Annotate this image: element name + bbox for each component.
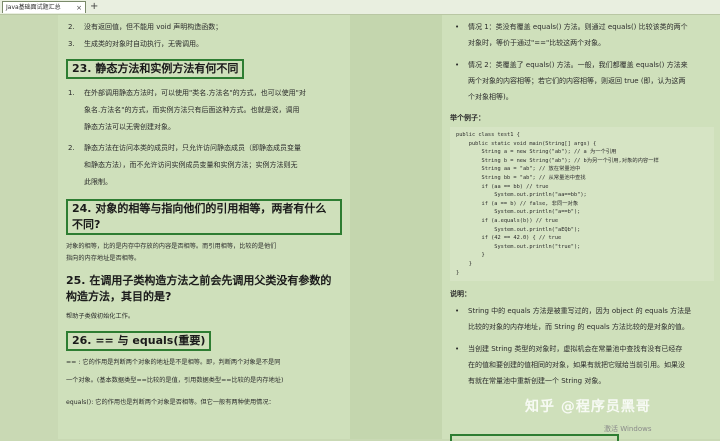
- code-line: System.out.println("true");: [456, 243, 581, 250]
- heading-box-partial: [450, 434, 619, 441]
- code-line: public static void main(String[] args) {: [456, 140, 597, 147]
- code-line: String a = new String("ab"); // a 为一个引用: [456, 149, 617, 156]
- note-label: 说明：: [450, 290, 471, 299]
- add-tab-icon[interactable]: +: [90, 0, 98, 13]
- code-line: if (a.equals(b)) // true: [456, 217, 559, 224]
- list-item: • 当创建 String 类型的对象时，虚拟机会在常量池中查找有没有已经存 在的…: [455, 345, 685, 386]
- tab-bar: Java基础面试题汇总 × +: [0, 0, 720, 15]
- heading-25: 25. 在调用子类构造方法之前会先调用父类没有参数的构造方法，其目的是?: [66, 274, 332, 303]
- right-page: • 情况 1：类没有覆盖 equals() 方法。则通过 equals() 比较…: [442, 15, 720, 439]
- tab-document[interactable]: Java基础面试题汇总 ×: [2, 1, 86, 13]
- list-item: • 情况 1：类没有覆盖 equals() 方法。则通过 equals() 比较…: [455, 23, 688, 47]
- code-line: String b = new String("ab"); // b为另一个引用,…: [456, 157, 659, 164]
- list-item: 3. 生成类的对象时自动执行，无需调用。: [68, 40, 203, 48]
- list-item: 2. 没有返回值，但不能用 void 声明构造函数；: [68, 23, 223, 31]
- watermark: 知乎 @程序员黑哥: [525, 399, 651, 415]
- code-line: System.out.println("aEQb");: [456, 226, 581, 233]
- code-line: String aa = "ab"; // 放在常量池中: [456, 166, 581, 173]
- code-block: public class test1 { public static void …: [450, 127, 714, 282]
- paragraph: 帮助子类做初始化工作。: [66, 313, 135, 320]
- close-icon[interactable]: ×: [76, 2, 82, 14]
- windows-activation-text: 激活 Windows: [604, 425, 652, 433]
- list-item: 1. 在外部调用静态方法时，可以使用"类名.方法名"的方式，也可以使用"对 象名…: [68, 89, 306, 131]
- heading-23: 23. 静态方法和实例方法有何不同: [66, 59, 342, 79]
- code-line: }: [456, 252, 485, 259]
- heading-24: 24. 对象的相等与指向他们的引用相等，两者有什么不同?: [66, 199, 342, 235]
- left-page: 2. 没有返回值，但不能用 void 声明构造函数； 3. 生成类的对象时自动执行，…: [58, 15, 350, 439]
- heading-26: 26. == 与 equals(重要): [66, 331, 342, 351]
- paragraph: == : 它的作用是判断两个对象的地址是不是相等。即，判断两个对象是不是同 一个…: [66, 359, 284, 406]
- code-line: if (aa == bb) // true: [456, 183, 549, 190]
- code-line: }: [456, 269, 460, 276]
- list-item: • String 中的 equals 方法是被重写过的，因为 object 的 …: [455, 307, 692, 332]
- page-gap: [350, 15, 442, 439]
- code-line: System.out.println("aa==bb");: [456, 192, 587, 199]
- list-item: 2. 静态方法在访问本类的成员时，只允许访问静态成员（即静态成员变量 和静态方法…: [68, 144, 301, 186]
- code-line: System.out.println("a==b");: [456, 209, 581, 216]
- example-label: 举个例子：: [450, 114, 485, 122]
- code-line: }: [456, 260, 472, 267]
- code-line: public class test1 {: [456, 132, 520, 138]
- list-item: • 情况 2：类覆盖了 equals() 方法。一般，我们都覆盖 equals(…: [455, 61, 688, 101]
- code-line: if (42 == 42.0) { // true: [456, 235, 562, 242]
- tab-title: Java基础面试题汇总: [6, 4, 61, 11]
- code-line: if (a == b) // false, 非同一对象: [456, 200, 579, 207]
- code-line: String bb = "ab"; // 从常量池中查找: [456, 174, 586, 181]
- paragraph: 对象的相等，比的是内存中存放的内容是否相等。而引用相等，比较的是他们 指向的内存…: [66, 243, 277, 262]
